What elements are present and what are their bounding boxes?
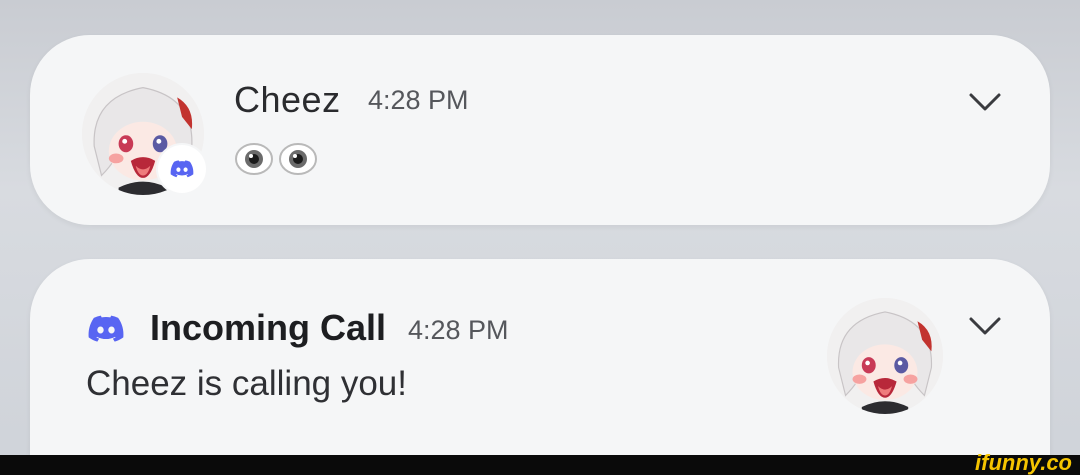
call-message: Cheez is calling you! bbox=[86, 364, 407, 403]
eye-emoji-icon bbox=[279, 143, 317, 175]
sender-name: Cheez bbox=[234, 79, 341, 120]
call-title: Incoming Call bbox=[150, 307, 387, 348]
message-content bbox=[234, 139, 318, 179]
watermark-logo: ifunny.co bbox=[975, 450, 1072, 475]
message-notification-card[interactable]: Cheez 4:28 PM bbox=[30, 35, 1050, 225]
caller-avatar bbox=[827, 298, 943, 414]
discord-badge-icon bbox=[158, 145, 206, 193]
eye-emoji-icon bbox=[235, 143, 273, 175]
message-time: 4:28 PM bbox=[368, 85, 469, 115]
incoming-call-notification-card[interactable]: Incoming Call 4:28 PM Cheez is calling y… bbox=[30, 259, 1050, 455]
call-time: 4:28 PM bbox=[408, 315, 509, 345]
discord-icon bbox=[88, 315, 124, 342]
bottom-bar bbox=[0, 455, 1080, 475]
expand-chevron-down-icon[interactable] bbox=[968, 315, 1002, 337]
expand-chevron-down-icon[interactable] bbox=[968, 91, 1002, 113]
